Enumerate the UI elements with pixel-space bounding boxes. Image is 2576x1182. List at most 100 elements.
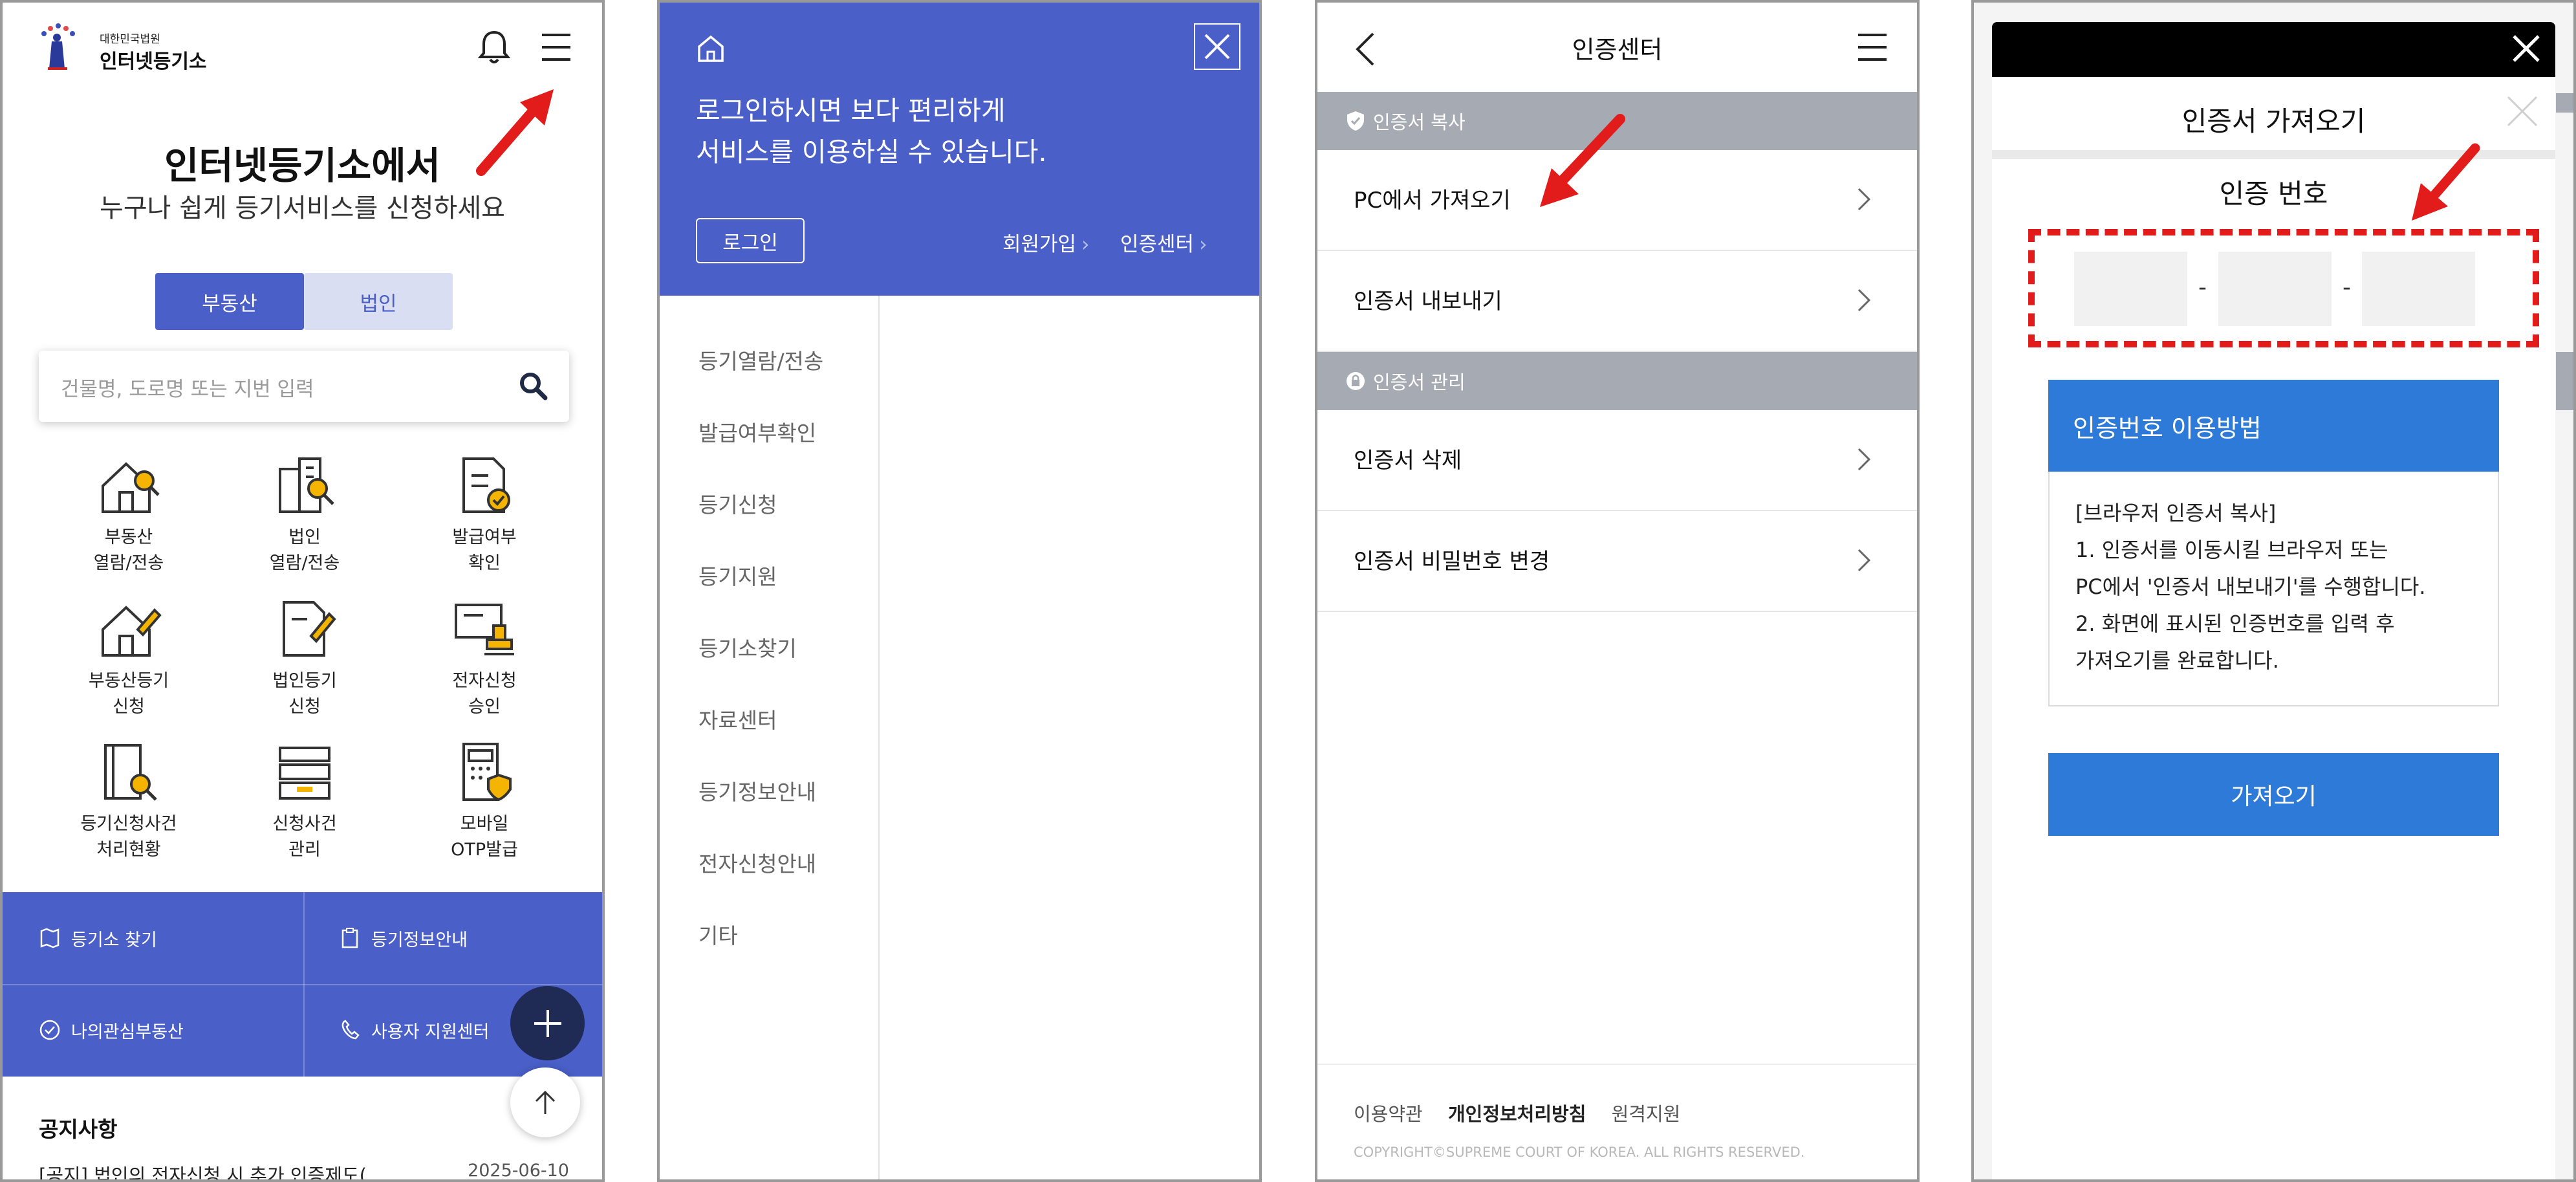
red-arrow-icon — [1523, 113, 1627, 216]
service-label: 부동산 — [104, 527, 153, 547]
search-input[interactable]: 건물명, 도로명 또는 지번 입력 — [39, 351, 569, 422]
remote-support-link[interactable]: 원격지원 — [1612, 1103, 1681, 1125]
import-cert-modal-screen: 인증서 가져오기 인증 번호 - - 인증번호 이용방법 [브라우저 인증서 복… — [1971, 0, 2576, 1182]
document-check-icon — [451, 452, 518, 520]
building-edit-icon — [271, 596, 338, 663]
export-cert-item[interactable]: 인증서 내보내기 — [1317, 251, 1917, 352]
search-icon[interactable] — [517, 370, 548, 401]
menu-item[interactable]: 발급여부확인 — [698, 416, 816, 447]
service-e-application-approval[interactable]: 전자신청 승인 — [407, 596, 562, 720]
auth-code-input-3[interactable] — [2362, 252, 2475, 326]
notice-item-date: 2025-06-10 — [468, 1161, 569, 1181]
bell-icon[interactable] — [478, 28, 510, 66]
cert-center-link[interactable]: 인증센터 › — [1120, 228, 1207, 257]
help-body: [브라우저 인증서 복사] 1. 인증서를 이동시킬 브라우저 또는 PC에서 … — [2048, 472, 2499, 706]
cert-center-label: 인증센터 — [1120, 233, 1195, 256]
help-line: 2. 화면에 표시된 인증번호를 입력 후 — [2075, 611, 2395, 636]
red-arrow-icon — [2404, 142, 2482, 226]
phone-icon — [339, 1019, 361, 1041]
chevron-right-icon — [1856, 445, 1872, 474]
scroll-top-button[interactable] — [510, 1067, 580, 1137]
hamburger-menu-icon[interactable] — [541, 32, 572, 62]
auth-code-input-2[interactable] — [2218, 252, 2332, 326]
service-case-management[interactable]: 신청사건 관리 — [227, 739, 382, 863]
service-real-estate-view[interactable]: 부동산 열람/전송 — [51, 452, 206, 576]
menu-item[interactable]: 등기열람/전송 — [698, 344, 823, 375]
section-label: 인증서 관리 — [1373, 371, 1466, 393]
stamp-approval-icon — [451, 596, 518, 663]
menu-item[interactable]: 기타 — [698, 919, 738, 950]
help-line: PC에서 '인증서 내보내기'를 수행합니다. — [2075, 575, 2426, 599]
court-logo-icon — [39, 22, 78, 74]
chevron-right-icon — [1856, 286, 1872, 314]
quick-link-support-center[interactable]: 사용자 지원센터 — [339, 984, 489, 1076]
service-mobile-otp[interactable]: 모바일 OTP발급 — [407, 739, 562, 863]
plus-fab-button[interactable] — [510, 986, 585, 1060]
chevron-right-icon: › — [1199, 233, 1207, 256]
copyright: COPYRIGHT©SUPREME COURT OF KOREA. ALL RI… — [1354, 1144, 1805, 1160]
service-issuance-check[interactable]: 발급여부 확인 — [407, 452, 562, 576]
home-icon[interactable] — [696, 34, 726, 63]
service-label: 신청사건 — [272, 814, 337, 834]
hamburger-menu-icon[interactable] — [1857, 32, 1888, 62]
menu-category-list: 등기열람/전송 발급여부확인 등기신청 등기지원 등기소찾기 자료센터 등기정보… — [660, 296, 880, 1179]
chevron-right-icon — [1856, 546, 1872, 575]
menu-item[interactable]: 전자신청안내 — [698, 847, 816, 878]
service-label: 신청 — [288, 697, 321, 717]
tab-real-estate[interactable]: 부동산 — [155, 273, 304, 330]
close-menu-button[interactable] — [1194, 23, 1240, 70]
service-real-estate-register[interactable]: 부동산등기 신청 — [51, 596, 206, 720]
service-label: 열람/전송 — [269, 553, 340, 573]
house-search-icon — [95, 452, 162, 520]
tab-corporation[interactable]: 법인 — [304, 273, 453, 330]
service-corporation-register[interactable]: 법인등기 신청 — [227, 596, 382, 720]
menu-item[interactable]: 등기신청 — [698, 488, 777, 519]
quick-link-label: 나의관심부동산 — [71, 1022, 184, 1042]
delete-cert-item[interactable]: 인증서 삭제 — [1317, 410, 1917, 511]
change-cert-password-item[interactable]: 인증서 비밀번호 변경 — [1317, 511, 1917, 612]
quick-link-label: 사용자 지원센터 — [371, 1022, 490, 1042]
signup-label: 회원가입 — [1002, 233, 1077, 256]
import-button[interactable]: 가져오기 — [2048, 753, 2499, 836]
chevron-right-icon: › — [1081, 233, 1090, 256]
menu-item[interactable]: 등기지원 — [698, 560, 777, 591]
menu-item[interactable]: 등기소찾기 — [698, 631, 797, 662]
service-label: 확인 — [468, 553, 501, 573]
menu-header: 로그인하시면 보다 편리하게 서비스를 이용하실 수 있습니다. 로그인 회원가… — [660, 3, 1259, 296]
notice-title: 공지사항 — [39, 1117, 118, 1142]
cert-center-screen: 인증센터 인증서 복사 PC에서 가져오기 인증서 내보내기 인증서 관리 인증… — [1315, 0, 1920, 1182]
menu-item[interactable]: 자료센터 — [698, 703, 777, 734]
help-title: 인증번호 이용방법 — [2048, 380, 2499, 472]
red-arrow-icon — [475, 87, 559, 177]
logo-title[interactable]: 인터넷등기소 — [100, 45, 207, 74]
service-label: 법인 — [288, 527, 321, 547]
section-label: 인증서 복사 — [1373, 111, 1466, 133]
menu-item[interactable]: 등기정보안내 — [698, 775, 816, 806]
footer-links: 이용약관 개인정보처리방침 원격지원 — [1354, 1099, 1680, 1126]
quick-link-registry-info[interactable]: 등기정보안내 — [339, 892, 468, 984]
close-icon[interactable] — [2509, 31, 2544, 66]
signup-link[interactable]: 회원가입 › — [1002, 228, 1090, 257]
service-label: 전자신청 — [452, 671, 517, 691]
notice-item[interactable]: [공지] 법인의 전자신청 시 추가 인증제도(… 2025-06-10 — [39, 1161, 569, 1181]
privacy-policy-link[interactable]: 개인정보처리방침 — [1448, 1103, 1586, 1125]
quick-link-my-property[interactable]: 나의관심부동산 — [39, 984, 184, 1076]
section-cert-manage: 인증서 관리 — [1317, 352, 1917, 410]
service-corporation-view[interactable]: 법인 열람/전송 — [227, 452, 382, 576]
code-separator: - — [2198, 274, 2207, 301]
service-case-status[interactable]: 등기신청사건 처리현황 — [51, 739, 206, 863]
auth-code-input-1[interactable] — [2074, 252, 2187, 326]
login-prompt-line: 로그인하시면 보다 편리하게 — [696, 95, 1006, 126]
modal-topbar — [1992, 22, 2555, 77]
logo-subtitle: 대한민국법원 — [100, 33, 160, 46]
help-line: [브라우저 인증서 복사] — [2075, 501, 2277, 525]
page-title: 인증센터 — [1572, 36, 1663, 64]
quick-link-find-registry[interactable]: 등기소 찾기 — [39, 892, 157, 984]
close-modal-icon[interactable] — [2504, 93, 2540, 129]
login-button[interactable]: 로그인 — [696, 218, 805, 263]
row-label: 인증서 삭제 — [1354, 448, 1462, 474]
arrow-up-icon — [535, 1090, 556, 1114]
terms-link[interactable]: 이용약관 — [1354, 1103, 1423, 1125]
plus-icon — [534, 1009, 561, 1037]
service-label: 모바일 — [460, 814, 509, 834]
